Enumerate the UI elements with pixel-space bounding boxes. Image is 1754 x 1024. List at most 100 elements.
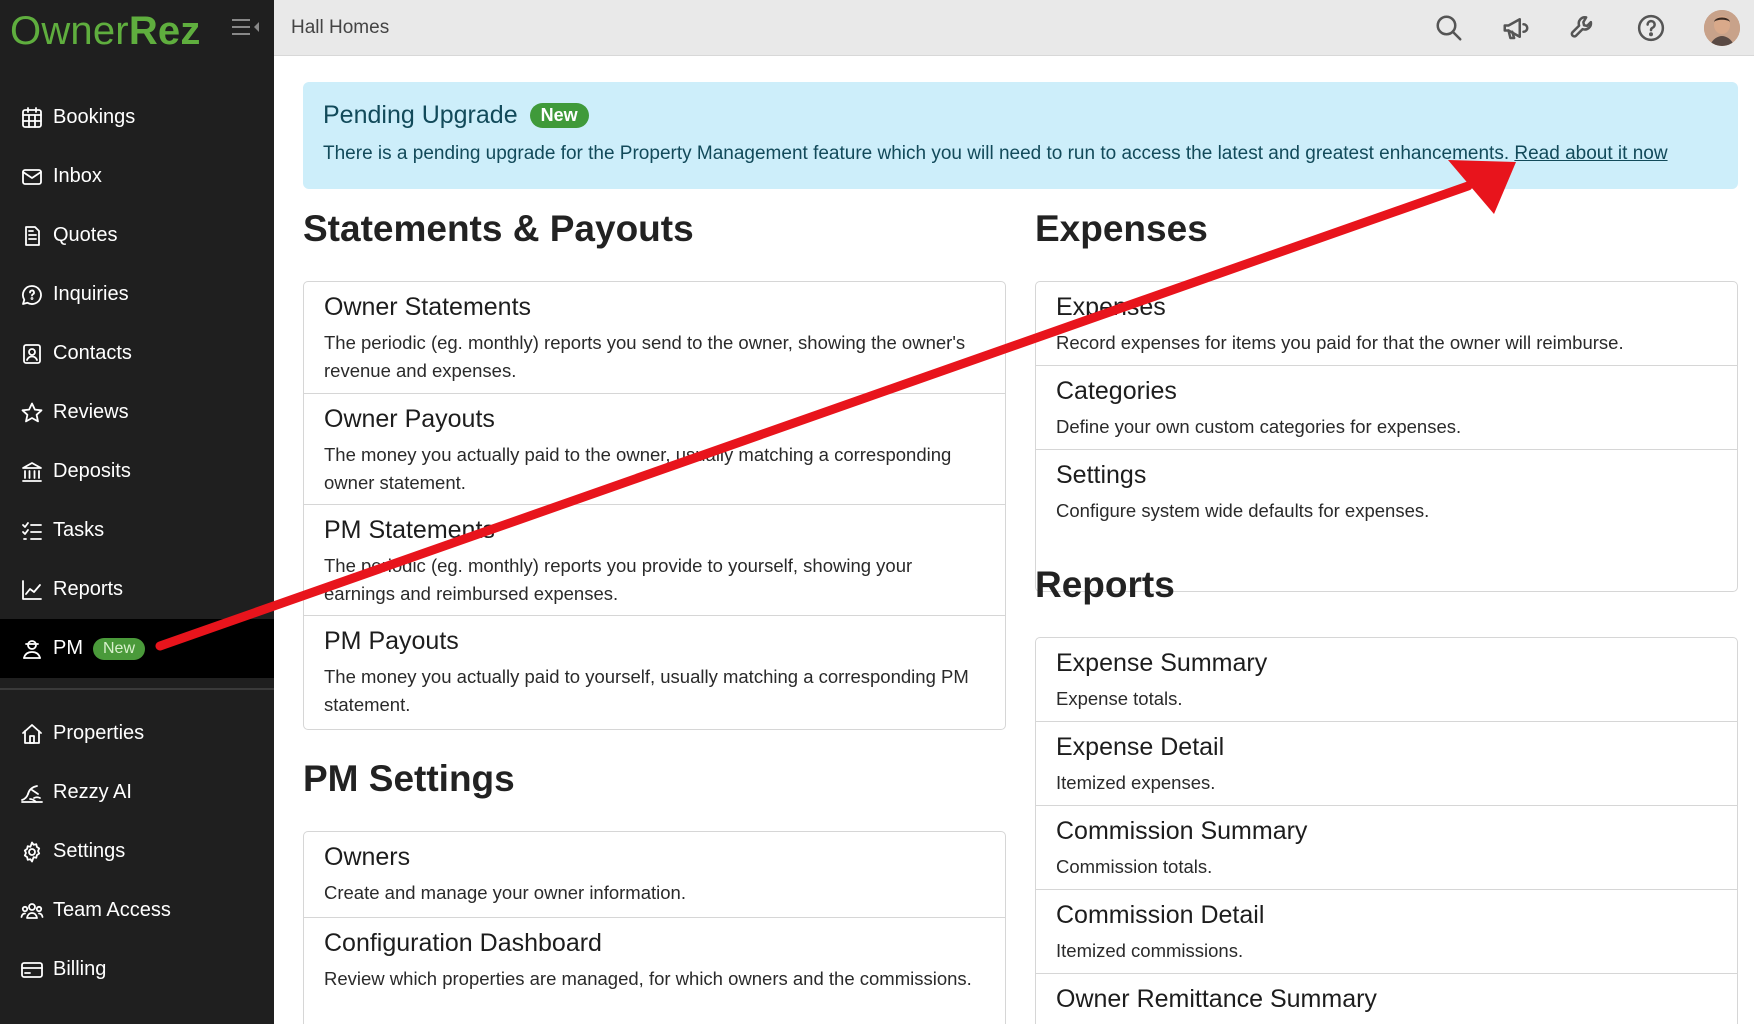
card-title: Owner Statements	[324, 293, 532, 321]
statements-payouts-card-group: Owner Statements The periodic (eg. month…	[303, 281, 1006, 730]
card-title: Owner Remittance Summary	[1056, 985, 1377, 1013]
sidebar-item-label: Tasks	[53, 519, 105, 541]
user-avatar[interactable]	[1704, 10, 1740, 46]
card-description: Define your own custom categories for ex…	[1056, 416, 1462, 437]
card-title: PM Statements	[324, 516, 495, 544]
sidebar-item-tasks[interactable]: Tasks	[0, 501, 274, 560]
card-pm-payouts[interactable]: PM Payouts The money you actually paid t…	[304, 616, 1005, 729]
banner-title-text: Pending Upgrade	[323, 101, 518, 129]
sidebar-item-billing[interactable]: Billing	[0, 940, 274, 999]
sidebar-item-label: Billing	[53, 958, 107, 980]
card-title: Expense Summary	[1056, 649, 1268, 677]
card-owner-payouts[interactable]: Owner Payouts The money you actually pai…	[304, 394, 1005, 505]
sidebar-divider	[0, 688, 274, 690]
sidebar-item-deposits[interactable]: Deposits	[0, 442, 274, 501]
card-owner-statements[interactable]: Owner Statements The periodic (eg. month…	[304, 282, 1005, 394]
sidebar-item-reports[interactable]: Reports	[0, 560, 274, 619]
sidebar-item-label: Inquiries	[53, 283, 129, 305]
megaphone-icon[interactable]	[1498, 10, 1534, 46]
wrench-icon[interactable]	[1565, 10, 1601, 46]
pm-settings-card-group: Owners Create and manage your owner info…	[303, 831, 1006, 1024]
card-description: The periodic (eg. monthly) reports you s…	[324, 332, 966, 381]
rezzy-icon	[18, 779, 46, 807]
new-badge: New	[529, 103, 589, 128]
sidebar-item-quotes[interactable]: Quotes	[0, 206, 274, 265]
section-title-statements-payouts: Statements & Payouts	[303, 208, 694, 249]
card-description: Review which properties are managed, for…	[324, 968, 972, 989]
card-description: Itemized expenses.	[1056, 772, 1216, 793]
sidebar-item-inquiries[interactable]: Inquiries	[0, 265, 274, 324]
pending-upgrade-banner: Pending Upgrade New There is a pending u…	[303, 82, 1738, 189]
document-icon	[18, 222, 46, 250]
sidebar-item-settings[interactable]: Settings	[0, 822, 274, 881]
sidebar-item-label: Reviews	[53, 401, 129, 423]
banner-title: Pending Upgrade New	[323, 101, 1718, 130]
collapse-menu-icon	[232, 19, 259, 35]
sidebar-item-properties[interactable]: Properties	[0, 704, 274, 763]
card-title: Owners	[324, 843, 411, 871]
card-title: Settings	[1056, 461, 1147, 489]
owner-rez-logo[interactable]: Owner Rez	[10, 6, 201, 56]
sidebar-item-label: Reports	[53, 578, 124, 600]
avatar-image	[1704, 10, 1740, 46]
card-title: Categories	[1056, 377, 1177, 405]
team-icon	[18, 897, 46, 925]
sidebar-item-label: Inbox	[53, 165, 102, 187]
calendar-icon	[18, 104, 46, 132]
bank-icon	[18, 458, 46, 486]
card-expenses[interactable]: Expenses Record expenses for items you p…	[1036, 282, 1737, 366]
card-expense-settings[interactable]: Settings Configure system wide defaults …	[1036, 450, 1737, 534]
sidebar-item-inbox[interactable]: Inbox	[0, 147, 274, 206]
sidebar-collapse-button[interactable]	[230, 14, 262, 40]
credit-card-icon	[18, 956, 46, 984]
line-chart-icon	[18, 576, 46, 604]
sidebar-item-label: PM	[53, 637, 83, 659]
sidebar-item-bookings[interactable]: Bookings	[0, 88, 274, 147]
card-description: Expense totals.	[1056, 688, 1183, 709]
sidebar-item-rezzy-ai[interactable]: Rezzy AI	[0, 763, 274, 822]
sidebar-item-reviews[interactable]: Reviews	[0, 383, 274, 442]
help-icon[interactable]	[1633, 10, 1669, 46]
envelope-icon	[18, 163, 46, 191]
sidebar-item-label: Settings	[53, 840, 126, 862]
read-about-it-now-link[interactable]: Read about it now	[1514, 143, 1667, 164]
card-title: Owner Payouts	[324, 405, 495, 433]
card-description: The money you actually paid to the owner…	[324, 444, 952, 493]
card-commission-summary[interactable]: Commission Summary Commission totals.	[1036, 806, 1737, 890]
sidebar-item-label: Team Access	[53, 899, 171, 921]
sidebar-item-label: Rezzy AI	[53, 781, 132, 803]
card-description: Itemized commissions.	[1056, 940, 1244, 961]
card-description: Create and manage your owner information…	[324, 882, 686, 903]
sidebar-item-team-access[interactable]: Team Access	[0, 881, 274, 940]
card-expense-detail[interactable]: Expense Detail Itemized expenses.	[1036, 722, 1737, 806]
sidebar-nav-secondary: Properties Rezzy AI Settings Team Access…	[0, 704, 274, 999]
checklist-icon	[18, 517, 46, 545]
section-title-reports: Reports	[1035, 564, 1175, 605]
section-title-expenses: Expenses	[1035, 208, 1208, 249]
card-categories[interactable]: Categories Define your own custom catego…	[1036, 366, 1737, 450]
reports-card-group: Expense Summary Expense totals. Expense …	[1035, 637, 1738, 1024]
card-pm-statements[interactable]: PM Statements The periodic (eg. monthly)…	[304, 505, 1005, 616]
card-title: Commission Detail	[1056, 901, 1265, 929]
sidebar-item-label: Bookings	[53, 106, 136, 128]
account-name[interactable]: Hall Homes	[291, 17, 389, 39]
sidebar-item-contacts[interactable]: Contacts	[0, 324, 274, 383]
card-owner-remittance-summary[interactable]: Owner Remittance Summary	[1036, 974, 1737, 1024]
search-icon[interactable]	[1431, 10, 1467, 46]
card-title: Expense Detail	[1056, 733, 1225, 761]
card-title: Commission Summary	[1056, 817, 1308, 845]
sidebar-item-label: Quotes	[53, 224, 118, 246]
card-owners[interactable]: Owners Create and manage your owner info…	[304, 832, 1005, 918]
card-description: The periodic (eg. monthly) reports you p…	[324, 555, 913, 604]
card-expense-summary[interactable]: Expense Summary Expense totals.	[1036, 638, 1737, 722]
sidebar-item-pm[interactable]: PM New	[0, 619, 274, 678]
card-configuration-dashboard[interactable]: Configuration Dashboard Review which pro…	[304, 918, 1005, 1024]
card-description: Commission totals.	[1056, 856, 1213, 877]
top-bar: Hall Homes	[274, 0, 1754, 56]
banner-message: There is a pending upgrade for the Prope…	[323, 143, 1718, 165]
star-icon	[18, 399, 46, 427]
banner-message-text: There is a pending upgrade for the Prope…	[323, 143, 1510, 164]
person-icon	[18, 635, 46, 663]
card-commission-detail[interactable]: Commission Detail Itemized commissions.	[1036, 890, 1737, 974]
card-title: Expenses	[1056, 293, 1166, 321]
